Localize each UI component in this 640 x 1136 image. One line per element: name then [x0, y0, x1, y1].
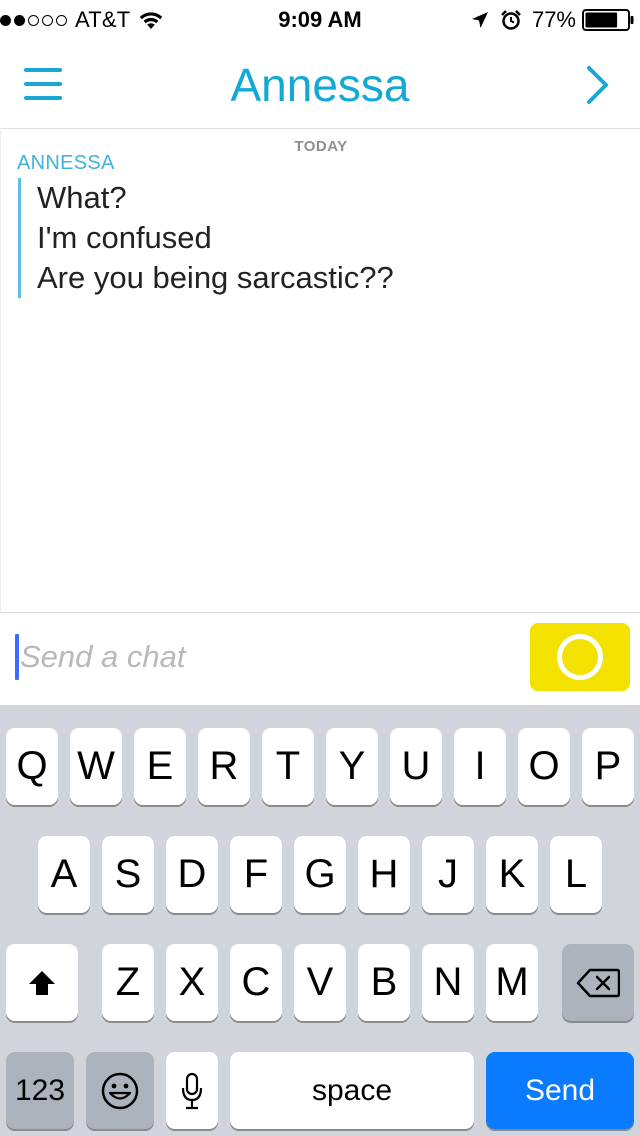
- key-b[interactable]: B: [358, 944, 410, 1021]
- key-i[interactable]: I: [454, 728, 506, 805]
- key-m[interactable]: M: [486, 944, 538, 1021]
- key-d[interactable]: D: [166, 836, 218, 913]
- chat-title: Annessa: [230, 59, 410, 111]
- message-text: What?: [37, 180, 127, 215]
- key-label: M: [495, 960, 529, 1004]
- message-text: I'm confused: [37, 220, 212, 255]
- key-x[interactable]: X: [166, 944, 218, 1021]
- key-w[interactable]: W: [70, 728, 122, 805]
- key-k[interactable]: K: [486, 836, 538, 913]
- key-label: V: [306, 960, 334, 1004]
- camera-capture-icon: [557, 634, 603, 680]
- message-group: What? I'm confused Are you being sarcast…: [18, 178, 394, 298]
- key-v[interactable]: V: [294, 944, 346, 1021]
- key-f[interactable]: F: [230, 836, 282, 913]
- key-label: B: [370, 960, 398, 1004]
- emoji-icon: [101, 1072, 139, 1109]
- key-j[interactable]: J: [422, 836, 474, 913]
- status-right: 77%: [470, 6, 634, 34]
- shift-key[interactable]: [6, 944, 78, 1021]
- key-label: F: [243, 852, 269, 896]
- key-label: D: [177, 852, 207, 896]
- backspace-key[interactable]: [562, 944, 634, 1021]
- key-label: K: [498, 852, 526, 896]
- key-t[interactable]: T: [262, 728, 314, 805]
- camera-capture-button[interactable]: [530, 623, 630, 691]
- key-h[interactable]: H: [358, 836, 410, 913]
- key-r[interactable]: R: [198, 728, 250, 805]
- microphone-icon: [181, 1072, 203, 1109]
- send-key[interactable]: Send: [486, 1052, 634, 1129]
- key-label: T: [275, 744, 301, 788]
- key-label: Y: [338, 744, 366, 788]
- alarm-clock-icon: [501, 10, 521, 30]
- chevron-right-icon[interactable]: [584, 64, 612, 106]
- key-e[interactable]: E: [134, 728, 186, 805]
- key-o[interactable]: O: [518, 728, 570, 805]
- text-caret: [15, 634, 19, 680]
- shift-icon: [29, 970, 55, 995]
- key-label: X: [178, 960, 206, 1004]
- chat-header: Annessa: [0, 40, 640, 129]
- numbers-key[interactable]: 123: [6, 1052, 74, 1129]
- key-label: H: [369, 852, 399, 896]
- key-label: space: [311, 1073, 393, 1107]
- key-l[interactable]: L: [550, 836, 602, 913]
- sender-name: ANNESSA: [17, 152, 115, 174]
- microphone-key[interactable]: [166, 1052, 218, 1129]
- key-label: U: [401, 744, 431, 788]
- location-arrow-icon: [471, 12, 488, 28]
- chat-input-bar: [0, 612, 640, 705]
- emoji-key[interactable]: [86, 1052, 154, 1129]
- key-n[interactable]: N: [422, 944, 474, 1021]
- key-label: A: [50, 852, 78, 896]
- key-s[interactable]: S: [102, 836, 154, 913]
- key-label: C: [241, 960, 271, 1004]
- key-a[interactable]: A: [38, 836, 90, 913]
- chat-transcript[interactable]: TODAY ANNESSA What? I'm confused Are you…: [0, 130, 640, 612]
- key-z[interactable]: Z: [102, 944, 154, 1021]
- key-label: R: [209, 744, 239, 788]
- message-text: Are you being sarcastic??: [37, 260, 394, 295]
- status-bar: AT&T 9:09 AM 77%: [0, 0, 640, 40]
- key-label: E: [146, 744, 174, 788]
- keyboard: Q W E R T Y U I O P A S D F G H J K L Z …: [0, 705, 640, 1136]
- key-label: Send: [524, 1073, 596, 1107]
- key-label: W: [77, 744, 115, 788]
- key-p[interactable]: P: [582, 728, 634, 805]
- battery-percent: 77%: [531, 7, 576, 32]
- key-label: Q: [16, 744, 48, 788]
- key-u[interactable]: U: [390, 728, 442, 805]
- chat-input[interactable]: [20, 635, 500, 679]
- key-label: 123: [14, 1073, 66, 1107]
- key-label: S: [114, 852, 142, 896]
- backspace-icon: [576, 968, 620, 997]
- key-q[interactable]: Q: [6, 728, 58, 805]
- key-label: L: [564, 852, 588, 896]
- key-y[interactable]: Y: [326, 728, 378, 805]
- key-label: I: [474, 744, 486, 788]
- key-label: O: [528, 744, 560, 788]
- key-label: G: [304, 852, 336, 896]
- key-g[interactable]: G: [294, 836, 346, 913]
- battery-icon: [582, 9, 634, 31]
- space-key[interactable]: space: [230, 1052, 474, 1129]
- key-label: Z: [115, 960, 141, 1004]
- key-label: J: [438, 852, 458, 896]
- key-label: N: [433, 960, 463, 1004]
- key-label: P: [594, 744, 622, 788]
- key-c[interactable]: C: [230, 944, 282, 1021]
